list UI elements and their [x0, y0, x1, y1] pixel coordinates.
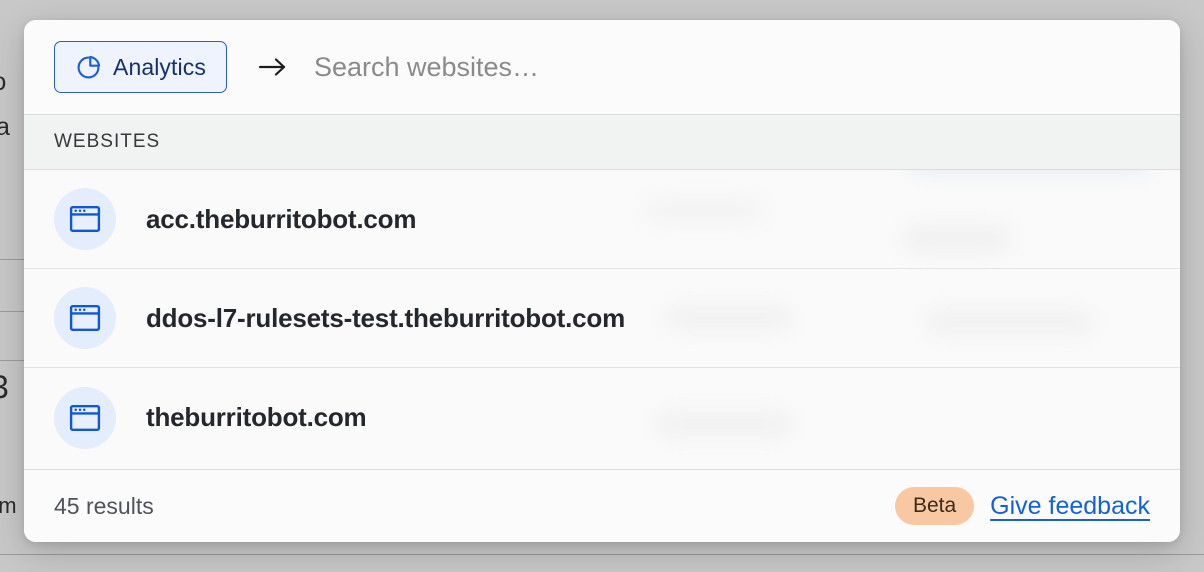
backdrop-text-fragment: ntio	[0, 68, 6, 97]
backdrop-text-fragment: 3	[0, 369, 9, 406]
beta-badge: Beta	[894, 486, 975, 526]
backdrop-text-fragment: a	[0, 113, 10, 141]
backdrop-divider	[0, 554, 1204, 555]
browser-window-icon	[54, 287, 116, 349]
backdrop-divider	[0, 311, 26, 312]
backdrop-text-fragment: am	[0, 493, 17, 518]
section-header-websites: WEBSITES	[24, 114, 1180, 170]
give-feedback-link[interactable]: Give feedback	[990, 492, 1150, 521]
palette-header: Analytics	[24, 20, 1180, 114]
result-row-label: acc.theburritobot.com	[146, 203, 417, 234]
backdrop-divider	[0, 259, 26, 260]
results-list: acc.theburritobot.com ddos-l7-rulesets-t…	[24, 170, 1180, 469]
search-input[interactable]	[313, 51, 1150, 83]
browser-window-icon	[54, 188, 116, 250]
result-row-label: theburritobot.com	[146, 402, 367, 432]
scope-chip-analytics[interactable]: Analytics	[54, 41, 227, 93]
results-count-label: 45 results	[54, 492, 154, 519]
result-row-website[interactable]: ddos-l7-rulesets-test.theburritobot.com	[24, 269, 1180, 368]
result-row-website[interactable]: theburritobot.com	[24, 368, 1180, 467]
palette-footer: 45 results Beta Give feedback	[24, 469, 1180, 542]
section-header-label: WEBSITES	[54, 131, 161, 152]
browser-window-icon	[54, 386, 116, 449]
command-palette-dialog: Analytics WEBSITES acc.	[24, 20, 1180, 542]
pie-chart-icon	[75, 54, 102, 81]
result-row-label: ddos-l7-rulesets-test.theburritobot.com	[146, 302, 626, 333]
backdrop-divider	[0, 360, 26, 361]
scope-chip-label: Analytics	[113, 53, 206, 80]
footer-actions: Beta Give feedback	[894, 486, 1150, 526]
arrow-right-icon	[257, 55, 288, 79]
result-row-website[interactable]: acc.theburritobot.com	[24, 170, 1180, 269]
